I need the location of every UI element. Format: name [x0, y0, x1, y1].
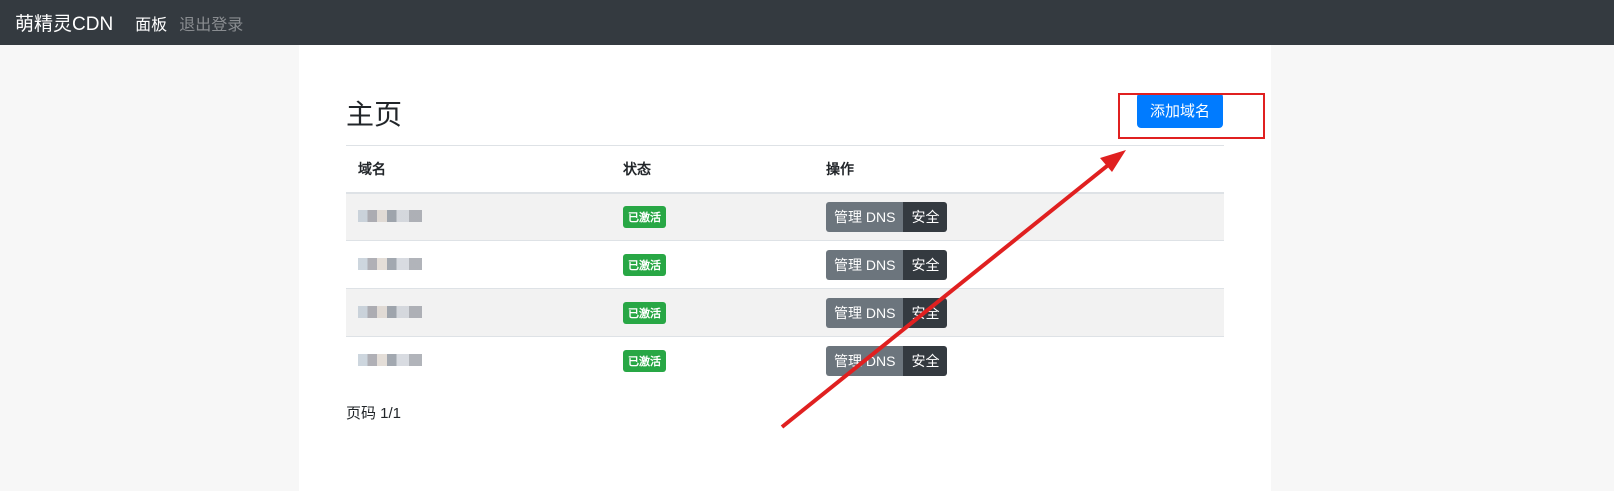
- annotation-arrow: [780, 150, 1126, 429]
